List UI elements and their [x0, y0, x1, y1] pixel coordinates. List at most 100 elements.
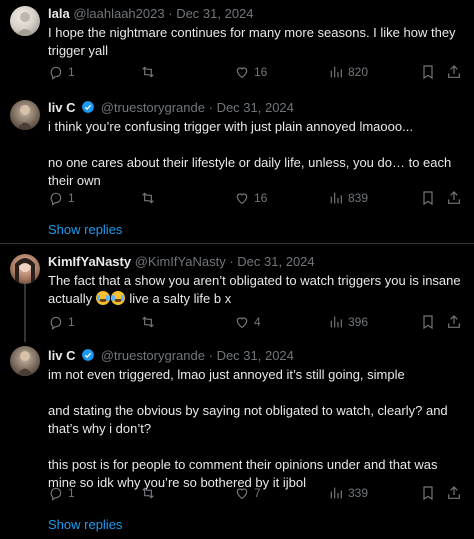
views-button[interactable]: 820 — [328, 64, 368, 80]
reply-icon — [50, 487, 62, 501]
separator: · — [229, 254, 234, 269]
post-text: i think you’re confusing trigger with ju… — [48, 118, 466, 190]
post-paragraph: no one cares about their lifestyle or da… — [48, 155, 452, 188]
like-button[interactable]: 16 — [234, 190, 267, 206]
reply-icon — [50, 316, 62, 330]
bookmark-button[interactable] — [420, 64, 436, 80]
views-count: 396 — [348, 315, 369, 329]
tears-of-joy-emoji-icon — [95, 291, 110, 305]
post-paragraph: The fact that a show you aren’t obligate… — [48, 272, 466, 308]
like-icon — [236, 317, 248, 329]
share-button[interactable] — [446, 485, 462, 501]
handle[interactable]: @truestorygrande — [101, 100, 205, 115]
views-icon — [330, 487, 342, 499]
avatar[interactable] — [10, 254, 40, 284]
post-header: liv C @truestorygrande · Dec 31, 2024 — [48, 348, 294, 364]
bookmark-button[interactable] — [420, 190, 436, 206]
bookmark-icon — [423, 315, 433, 330]
post-header: lala @laahlaah2023 · Dec 31, 2024 — [48, 6, 254, 22]
separator: · — [208, 348, 213, 363]
post-paragraph: I hope the nightmare continues for many … — [48, 25, 456, 58]
reply-count: 1 — [68, 315, 75, 329]
post-text-part: live a salty life b x — [129, 291, 232, 306]
thread-line — [24, 284, 26, 342]
share-button[interactable] — [446, 64, 462, 80]
like-button[interactable]: 7 — [234, 485, 261, 501]
post-text-part: The fact that a show you aren’t obligate… — [48, 273, 461, 306]
post-livc-reply-2[interactable]: liv C @truestorygrande · Dec 31, 2024 im… — [0, 342, 474, 539]
repost-icon — [142, 487, 154, 499]
post-date[interactable]: Dec 31, 2024 — [217, 100, 294, 115]
like-count: 16 — [254, 191, 268, 205]
like-icon — [236, 488, 248, 500]
post-lala[interactable]: lala @laahlaah2023 · Dec 31, 2024 I hope… — [0, 0, 474, 96]
like-count: 16 — [254, 65, 268, 79]
like-icon — [236, 193, 248, 205]
display-name[interactable]: lala — [48, 6, 70, 21]
repost-button[interactable] — [140, 64, 160, 80]
post-date[interactable]: Dec 31, 2024 — [217, 348, 294, 363]
separator: · — [208, 100, 213, 115]
post-kimifyanasty[interactable]: KimIfYaNasty @KimIfYaNasty · Dec 31, 202… — [0, 250, 474, 342]
post-paragraph: i think you’re confusing trigger with ju… — [48, 119, 413, 134]
verified-badge-icon — [82, 349, 94, 361]
share-button[interactable] — [446, 190, 462, 206]
views-button[interactable]: 839 — [328, 190, 368, 206]
like-button[interactable]: 4 — [234, 314, 261, 330]
reply-button[interactable]: 1 — [48, 190, 75, 206]
share-icon — [448, 65, 460, 78]
post-date[interactable]: Dec 31, 2024 — [237, 254, 314, 269]
post-paragraph: and stating the obvious by saying not ob… — [48, 403, 448, 436]
divider — [0, 243, 474, 244]
avatar[interactable] — [10, 6, 40, 36]
views-icon — [330, 66, 342, 78]
post-header: liv C @truestorygrande · Dec 31, 2024 — [48, 100, 294, 116]
bookmark-button[interactable] — [420, 485, 436, 501]
display-name[interactable]: liv C — [48, 100, 75, 115]
avatar[interactable] — [10, 346, 40, 376]
bookmark-icon — [423, 486, 433, 501]
handle[interactable]: @truestorygrande — [101, 348, 205, 363]
views-icon — [330, 316, 342, 328]
tears-of-joy-emoji-icon — [110, 291, 125, 305]
bookmark-button[interactable] — [420, 314, 436, 330]
share-icon — [448, 191, 460, 204]
share-icon — [448, 315, 460, 328]
reply-icon — [50, 192, 62, 206]
separator: · — [168, 6, 173, 21]
reply-button[interactable]: 1 — [48, 314, 75, 330]
repost-icon — [142, 316, 154, 328]
like-count: 7 — [254, 486, 261, 500]
post-text: im not even triggered, lmao just annoyed… — [48, 366, 466, 492]
action-bar: 1 4 396 — [48, 314, 466, 332]
post-livc-reply-1[interactable]: liv C @truestorygrande · Dec 31, 2024 i … — [0, 96, 474, 240]
avatar[interactable] — [10, 100, 40, 130]
repost-button[interactable] — [140, 485, 160, 501]
like-count: 4 — [254, 315, 261, 329]
show-replies-link[interactable]: Show replies — [48, 222, 122, 237]
repost-button[interactable] — [140, 314, 160, 330]
views-count: 839 — [348, 191, 369, 205]
display-name[interactable]: KimIfYaNasty — [48, 254, 131, 269]
handle[interactable]: @laahlaah2023 — [73, 6, 164, 21]
post-date[interactable]: Dec 31, 2024 — [176, 6, 253, 21]
reply-button[interactable]: 1 — [48, 485, 75, 501]
views-button[interactable]: 396 — [328, 314, 368, 330]
bookmark-icon — [423, 65, 433, 80]
views-icon — [330, 192, 342, 204]
like-icon — [236, 67, 248, 79]
repost-button[interactable] — [140, 190, 160, 206]
share-button[interactable] — [446, 314, 462, 330]
bookmark-icon — [423, 191, 433, 206]
reply-count: 1 — [68, 486, 75, 500]
display-name[interactable]: liv C — [48, 348, 75, 363]
share-icon — [448, 486, 460, 499]
show-replies-link[interactable]: Show replies — [48, 517, 122, 532]
views-button[interactable]: 339 — [328, 485, 368, 501]
repost-icon — [142, 66, 154, 78]
post-paragraph: im not even triggered, lmao just annoyed… — [48, 367, 405, 382]
reply-button[interactable]: 1 — [48, 64, 75, 80]
action-bar: 1 16 839 — [48, 190, 466, 208]
like-button[interactable]: 16 — [234, 64, 267, 80]
handle[interactable]: @KimIfYaNasty — [135, 254, 226, 269]
